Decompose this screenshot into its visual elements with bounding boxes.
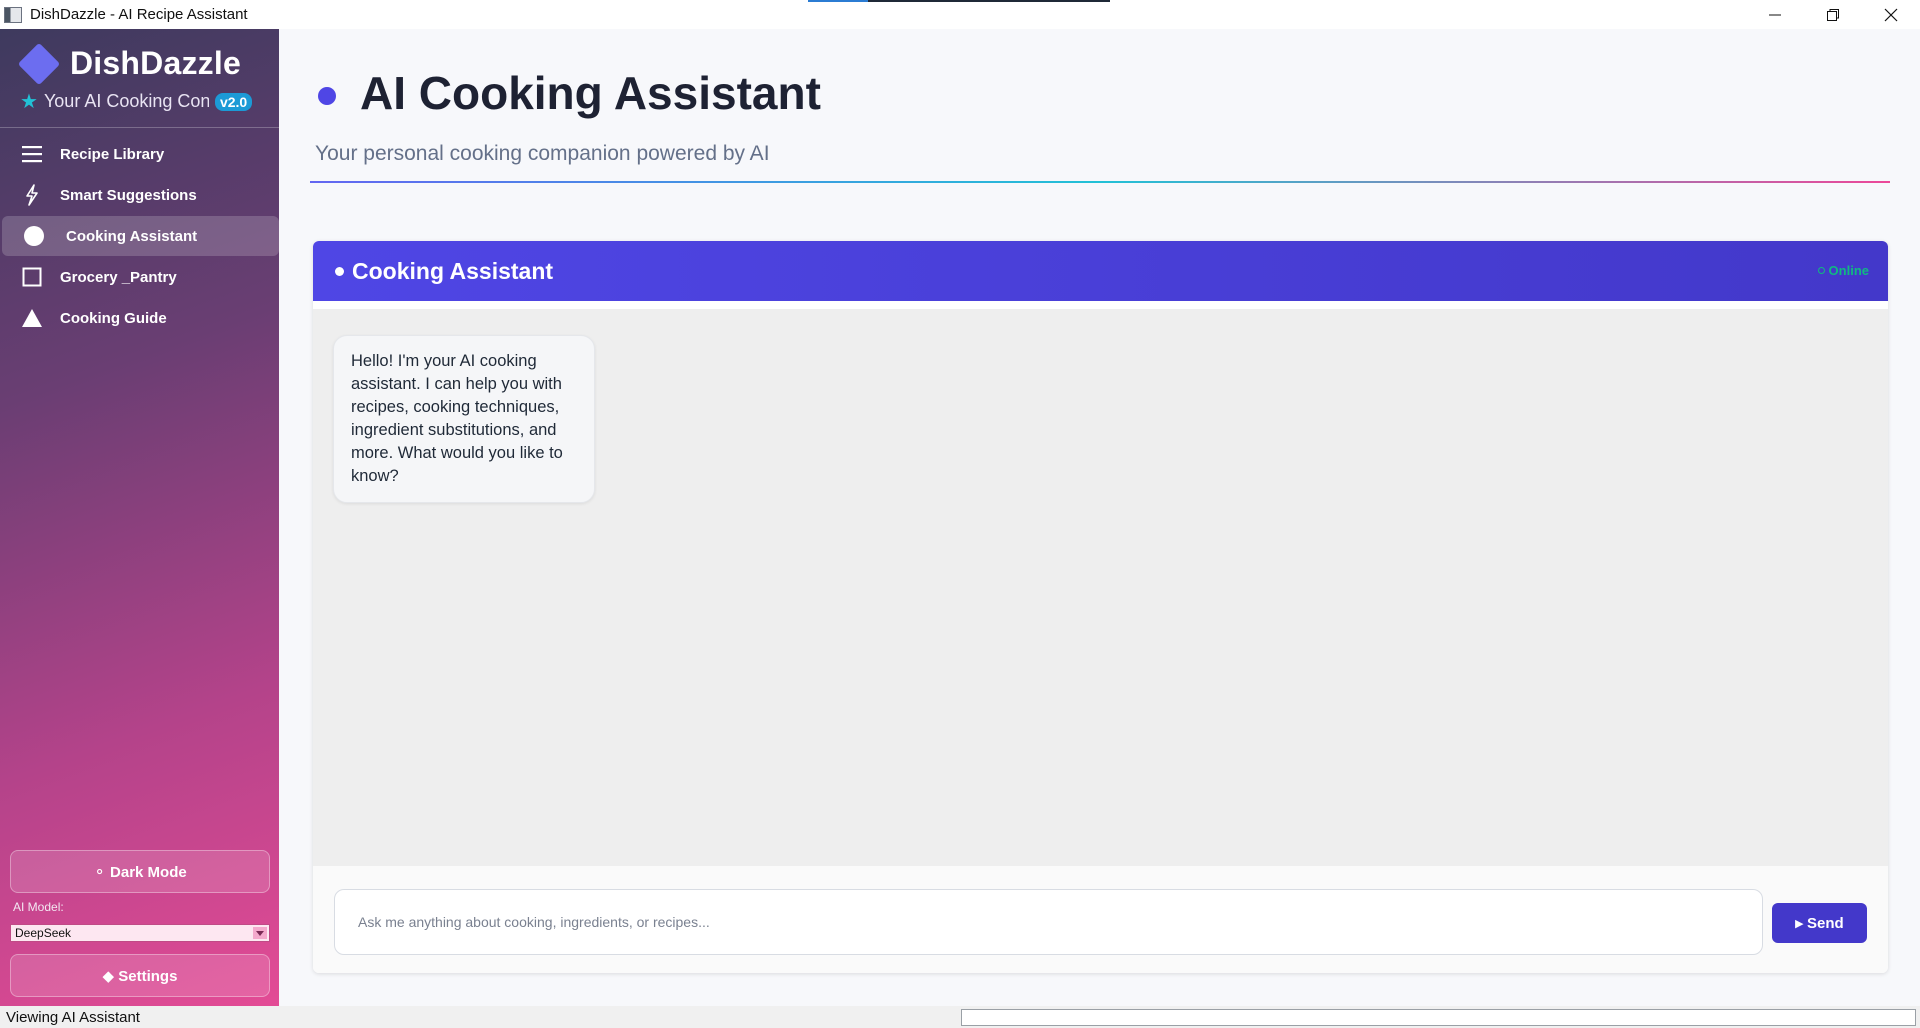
header-divider (310, 181, 1890, 183)
status-progress-bar (961, 1009, 1916, 1026)
square-icon (20, 265, 44, 289)
ai-model-value: DeepSeek (15, 926, 72, 940)
sidebar-item-label: Grocery _Pantry (60, 268, 177, 286)
minimize-button[interactable] (1746, 0, 1804, 29)
sidebar-item-grocery-pantry[interactable]: Grocery _Pantry (0, 257, 279, 297)
chat-title-text: Cooking Assistant (352, 257, 554, 284)
sidebar-item-label: Cooking Guide (60, 309, 167, 327)
star-icon: ★ (20, 91, 38, 113)
sidebar-divider (0, 127, 279, 128)
lightning-icon (20, 183, 44, 207)
chevron-down-icon (253, 927, 267, 939)
assistant-message: Hello! I'm your AI cooking assistant. I … (333, 335, 595, 503)
menu-icon (20, 142, 44, 166)
circle-icon (22, 224, 46, 248)
tagline-text: Your AI Cooking Con (43, 91, 209, 111)
sidebar-item-recipe-library[interactable]: Recipe Library (0, 134, 279, 174)
title-progress-strip (808, 0, 1110, 2)
chat-input-bar: ▸ Send (313, 866, 1888, 973)
tagline: ★ Your AI Cooking Con v2.0 (20, 89, 260, 114)
ai-model-select[interactable]: DeepSeek (10, 924, 270, 942)
minimize-icon (1769, 14, 1781, 15)
sidebar: DishDazzle ★ Your AI Cooking Con v2.0 Re… (0, 29, 279, 1006)
sidebar-item-label: Cooking Assistant (66, 227, 198, 245)
settings-button[interactable]: ◆ Settings (10, 954, 270, 997)
brand: DishDazzle (17, 42, 241, 85)
sidebar-item-label: Smart Suggestions (60, 186, 197, 204)
title-bar: DishDazzle - AI Recipe Assistant (0, 0, 1920, 29)
sidebar-nav: Recipe Library Smart Suggestions Cooking… (0, 134, 279, 339)
sidebar-item-cooking-assistant[interactable]: Cooking Assistant (2, 216, 279, 256)
chat-input[interactable] (334, 889, 1763, 955)
chat-title: Cooking Assistant (335, 258, 553, 285)
close-button[interactable] (1862, 0, 1920, 29)
window-controls (1746, 0, 1920, 29)
bullet-icon (335, 266, 344, 276)
send-button[interactable]: ▸ Send (1772, 903, 1867, 943)
restore-icon (1827, 8, 1839, 21)
sidebar-item-smart-suggestions[interactable]: Smart Suggestions (0, 175, 279, 215)
chat-messages[interactable]: Hello! I'm your AI cooking assistant. I … (313, 309, 1888, 866)
status-badge: Online (1817, 263, 1869, 278)
title-bullet-icon (318, 87, 336, 105)
page-title: AI Cooking Assistant (360, 67, 821, 119)
status-text: Online (1828, 263, 1869, 278)
chat-header: Cooking Assistant Online (313, 241, 1888, 301)
page-subtitle: Your personal cooking companion powered … (315, 142, 770, 165)
dark-mode-button[interactable]: ⚬ Dark Mode (10, 850, 270, 893)
window-title: DishDazzle - AI Recipe Assistant (30, 6, 248, 23)
online-indicator-icon (1817, 267, 1825, 274)
brand-name: DishDazzle (70, 45, 241, 81)
sidebar-item-cooking-guide[interactable]: Cooking Guide (0, 298, 279, 338)
restore-button[interactable] (1804, 0, 1862, 29)
status-bar: Viewing AI Assistant (0, 1006, 1920, 1028)
sidebar-item-label: Recipe Library (60, 145, 165, 163)
close-icon (1884, 8, 1898, 21)
version-badge: v2.0 (214, 92, 253, 111)
triangle-icon (20, 306, 44, 330)
chat-panel: Cooking Assistant Online Hello! I'm your… (313, 241, 1888, 973)
ai-model-label: AI Model: (13, 900, 64, 914)
app-icon (4, 6, 22, 23)
diamond-logo-icon (17, 42, 61, 85)
status-bar-text: Viewing AI Assistant (6, 1008, 140, 1026)
